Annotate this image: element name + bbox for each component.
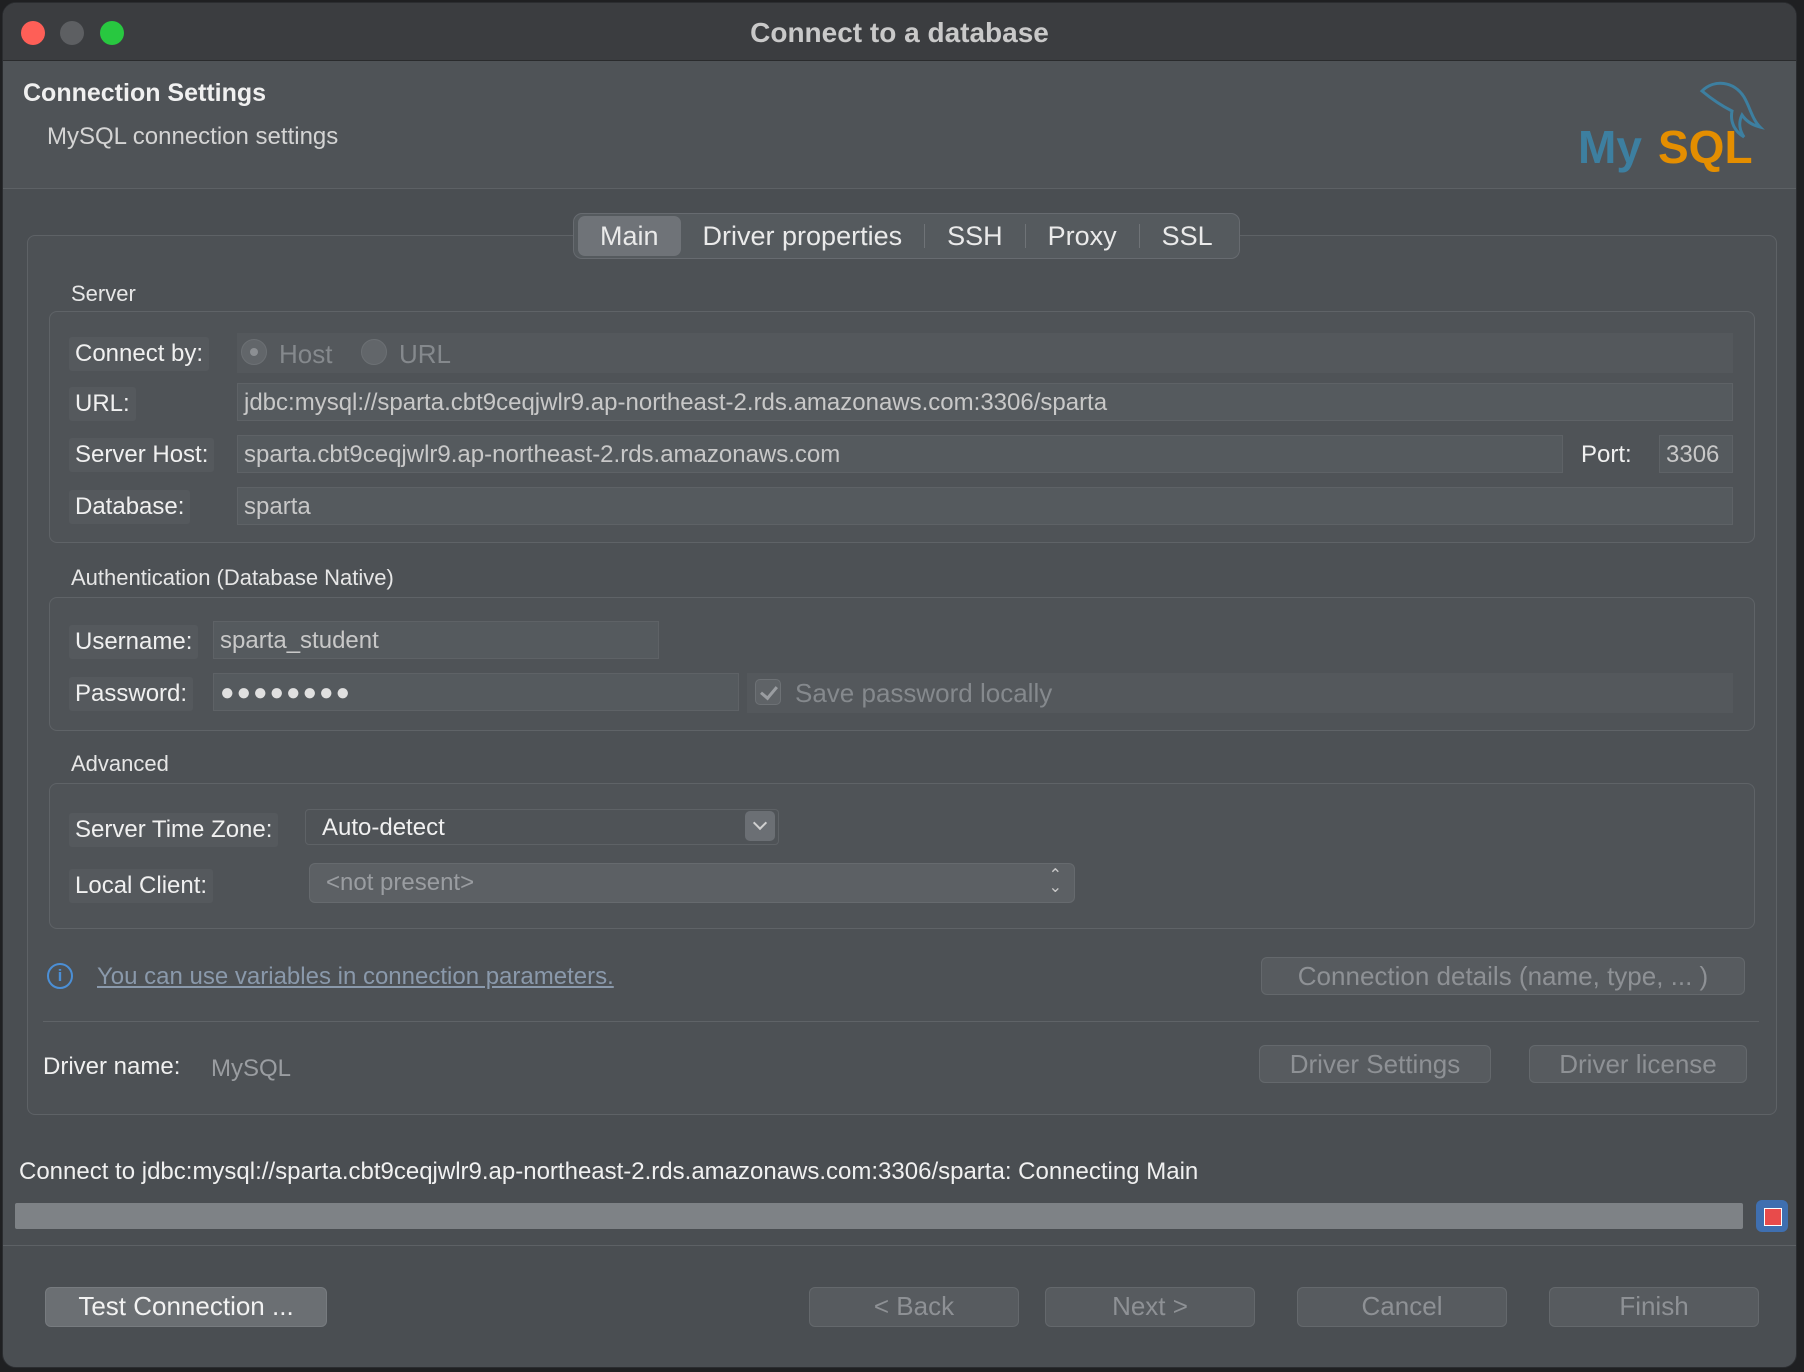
connect-by-url-radio[interactable] xyxy=(361,339,387,365)
title-bar: Connect to a database xyxy=(3,3,1796,61)
cancel-button[interactable]: Cancel xyxy=(1297,1287,1507,1327)
divider xyxy=(43,1021,1759,1022)
advanced-group xyxy=(49,783,1755,929)
local-client-select[interactable]: <not present> ⌃ ⌄ xyxy=(309,863,1075,903)
driver-name-label: Driver name: xyxy=(43,1053,181,1080)
variables-help-link[interactable]: You can use variables in connection para… xyxy=(97,963,614,991)
settings-header: Connection Settings MySQL connection set… xyxy=(3,61,1796,189)
connect-by-label: Connect by: xyxy=(69,337,210,371)
tab-proxy[interactable]: Proxy xyxy=(1026,216,1139,256)
server-section-label: Server xyxy=(71,281,136,306)
driver-license-button[interactable]: Driver license xyxy=(1529,1045,1747,1083)
logo-text-sql: SQL xyxy=(1658,121,1753,173)
tab-ssh[interactable]: SSH xyxy=(925,216,1025,256)
username-label: Username: xyxy=(69,625,199,659)
tab-driver-properties[interactable]: Driver properties xyxy=(681,216,925,256)
tab-main[interactable]: Main xyxy=(578,216,681,256)
test-connection-button[interactable]: Test Connection ... xyxy=(45,1287,327,1327)
username-field[interactable]: sparta_student xyxy=(213,621,659,659)
chevron-down-icon[interactable] xyxy=(745,811,775,841)
save-password-label: Save password locally xyxy=(795,678,1053,708)
connection-status-text: Connect to jdbc:mysql://sparta.cbt9ceqjw… xyxy=(19,1158,1199,1185)
auth-section-label: Authentication (Database Native) xyxy=(71,565,394,590)
url-field[interactable]: jdbc:mysql://sparta.cbt9ceqjwlr9.ap-nort… xyxy=(237,383,1733,421)
mysql-logo-icon: My SQL xyxy=(1578,81,1765,173)
database-label: Database: xyxy=(69,490,191,524)
window-title: Connect to a database xyxy=(750,17,1049,48)
info-icon: i xyxy=(47,963,73,989)
port-field[interactable]: 3306 xyxy=(1659,435,1733,473)
dialog-window: Connect to a database Connection Setting… xyxy=(2,2,1797,1368)
local-client-label: Local Client: xyxy=(69,869,214,903)
connect-by-row xyxy=(237,333,1733,373)
server-time-zone-label: Server Time Zone: xyxy=(69,813,279,847)
tab-ssl[interactable]: SSL xyxy=(1140,216,1235,256)
page-subtitle: MySQL connection settings xyxy=(47,123,339,150)
connection-details-button[interactable]: Connection details (name, type, ... ) xyxy=(1261,957,1745,995)
local-client-value: <not present> xyxy=(326,869,475,896)
connection-progress-bar xyxy=(15,1203,1743,1229)
back-button[interactable]: < Back xyxy=(809,1287,1019,1327)
advanced-section-label: Advanced xyxy=(71,751,169,776)
next-button[interactable]: Next > xyxy=(1045,1287,1255,1327)
driver-name-value: MySQL xyxy=(211,1055,292,1082)
tab-bar: Main Driver properties SSH Proxy SSL xyxy=(573,213,1240,259)
logo-text-my: My xyxy=(1578,121,1642,173)
finish-button[interactable]: Finish xyxy=(1549,1287,1759,1327)
connect-by-url-label: URL xyxy=(399,339,452,369)
footer-divider xyxy=(3,1245,1796,1246)
server-host-field[interactable]: sparta.cbt9ceqjwlr9.ap-northeast-2.rds.a… xyxy=(237,435,1563,473)
url-label: URL: xyxy=(69,387,136,421)
port-label: Port: xyxy=(1581,441,1632,468)
connect-by-host-label: Host xyxy=(279,339,333,369)
page-title: Connection Settings xyxy=(23,79,267,107)
password-label: Password: xyxy=(69,677,194,711)
connect-by-host-radio[interactable] xyxy=(241,339,267,365)
password-field[interactable]: ●●●●●●●● xyxy=(213,673,739,711)
server-host-label: Server Host: xyxy=(69,438,215,472)
save-password-checkbox[interactable] xyxy=(755,679,781,705)
database-field[interactable]: sparta xyxy=(237,487,1733,525)
updown-chevron-icon: ⌃ ⌄ xyxy=(1048,867,1062,896)
driver-settings-button[interactable]: Driver Settings xyxy=(1259,1045,1491,1083)
server-time-zone-select[interactable]: Auto-detect xyxy=(305,809,779,845)
progress-fill xyxy=(15,1203,1743,1229)
stop-icon[interactable] xyxy=(1756,1200,1788,1232)
